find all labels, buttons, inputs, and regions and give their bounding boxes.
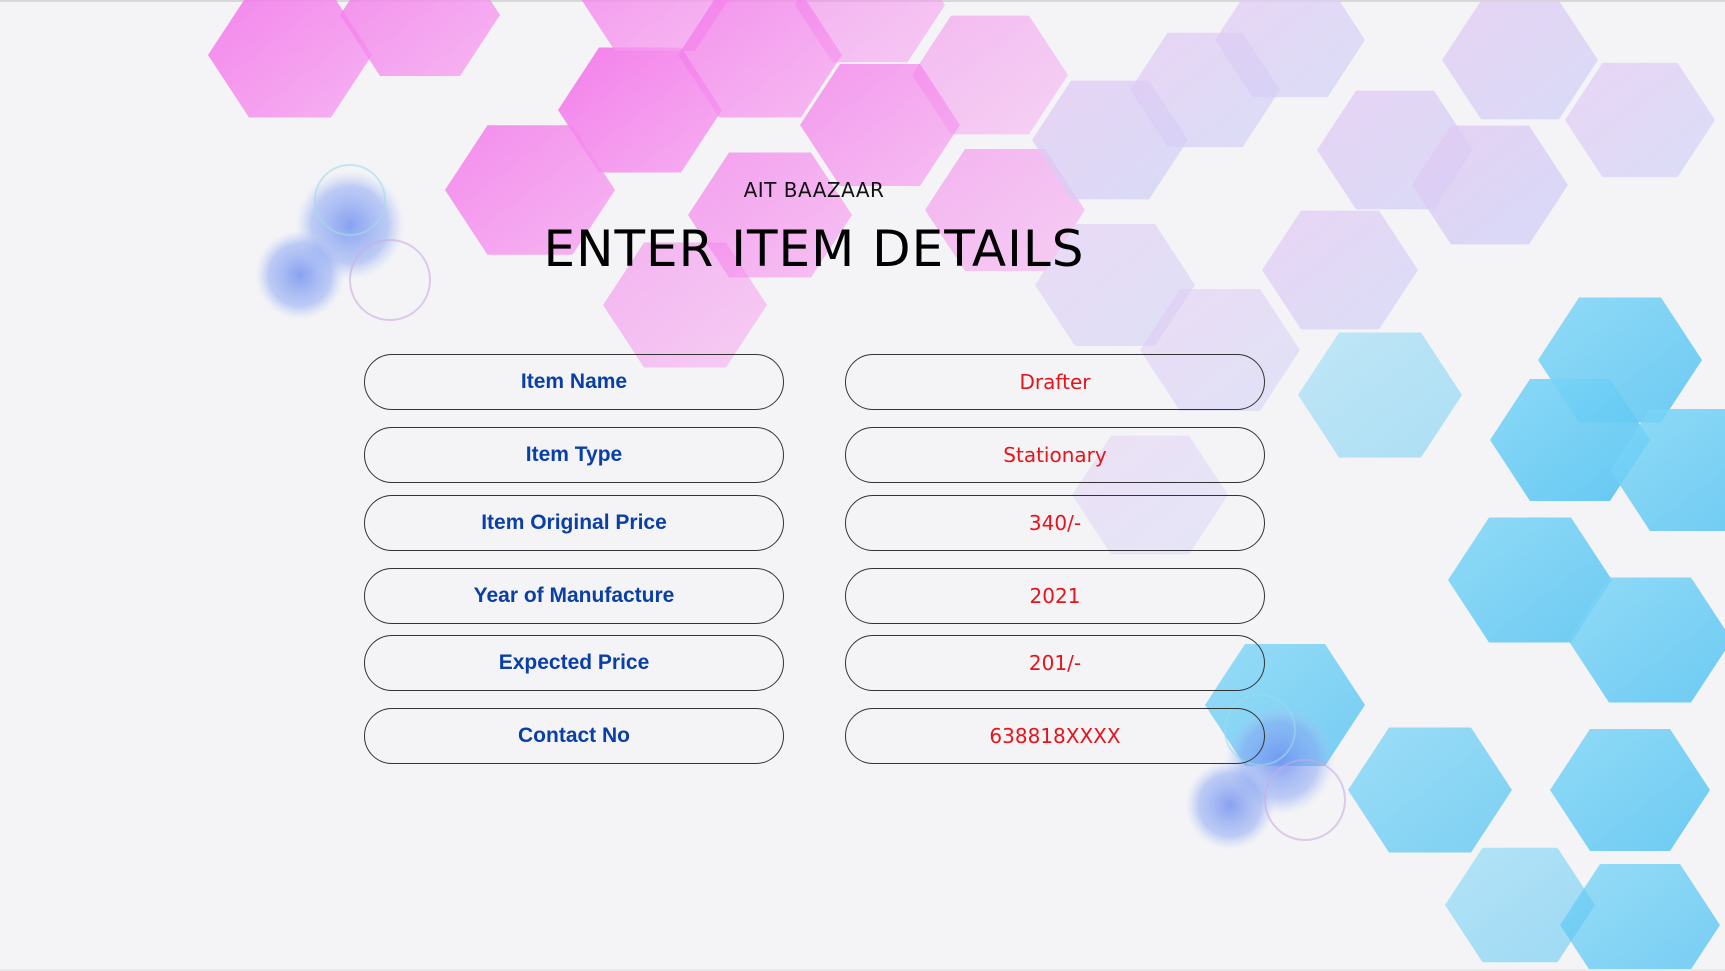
item-type-label: Item Type <box>364 427 784 483</box>
hexagon-tile <box>1348 727 1512 853</box>
contact-no-label: Contact No <box>364 708 784 764</box>
form-row-original-price: Item Original Price 340/- <box>364 495 1265 551</box>
year-of-manufacture-label: Year of Manufacture <box>364 568 784 624</box>
hexagon-tile <box>1550 729 1710 851</box>
item-name-field[interactable]: Drafter <box>845 354 1265 410</box>
form-row-contact-no: Contact No 638818XXXX <box>364 708 1265 764</box>
year-of-manufacture-field[interactable]: 2021 <box>845 568 1265 624</box>
hexagon-background <box>208 0 1725 971</box>
hexagon-tile <box>1445 847 1595 963</box>
expected-price-field[interactable]: 201/- <box>845 635 1265 691</box>
original-price-label: Item Original Price <box>364 495 784 551</box>
hexagon-tile <box>1442 0 1598 120</box>
form-row-year-of-manufacture: Year of Manufacture 2021 <box>364 568 1265 624</box>
brand-name: AIT BAAZAAR <box>743 178 885 202</box>
expected-price-label: Expected Price <box>364 635 784 691</box>
contact-no-field[interactable]: 638818XXXX <box>845 708 1265 764</box>
hexagon-tile <box>1565 62 1715 178</box>
page-title: ENTER ITEM DETAILS <box>543 220 1085 278</box>
form-row-item-name: Item Name Drafter <box>364 354 1265 410</box>
original-price-field[interactable]: 340/- <box>845 495 1265 551</box>
form-row-expected-price: Expected Price 201/- <box>364 635 1265 691</box>
item-type-field[interactable]: Stationary <box>845 427 1265 483</box>
hexagon-tile <box>1298 332 1462 458</box>
item-name-label: Item Name <box>364 354 784 410</box>
form-row-item-type: Item Type Stationary <box>364 427 1265 483</box>
